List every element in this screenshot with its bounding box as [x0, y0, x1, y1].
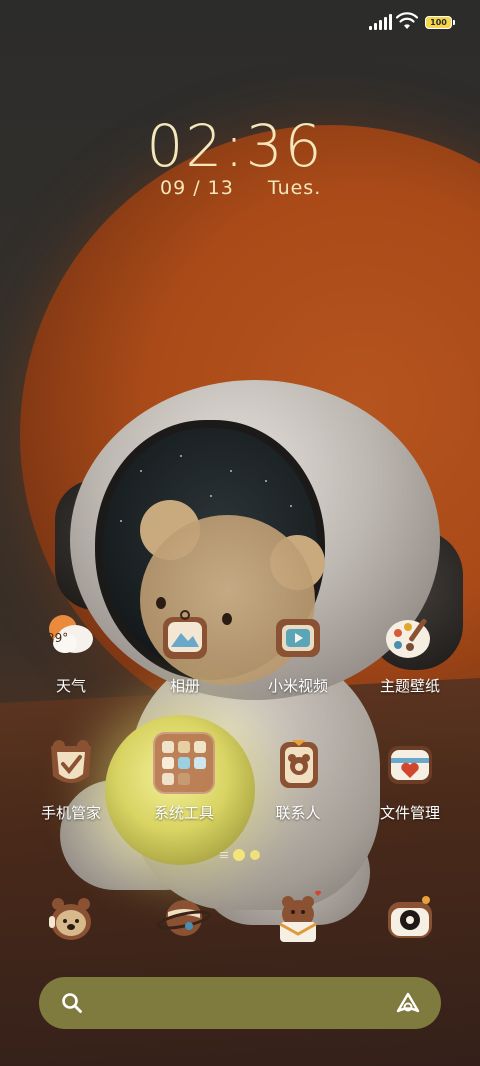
dock-phone[interactable] [16, 890, 126, 946]
camera-icon [382, 890, 438, 946]
app-security[interactable]: 手机管家 [16, 736, 126, 823]
files-icon [382, 736, 438, 792]
wallpaper-bear-eye [156, 597, 166, 609]
gallery-icon [157, 609, 213, 665]
browser-icon [156, 890, 212, 946]
clock-date-row[interactable]: 09 / 13 Tues. [160, 177, 321, 199]
security-icon [43, 736, 99, 792]
wallpaper-star [265, 480, 267, 482]
dock-browser[interactable] [129, 890, 239, 946]
messages-icon [270, 890, 326, 946]
app-file-manager[interactable]: 文件管理 [355, 736, 465, 823]
assistant-icon[interactable] [395, 992, 421, 1014]
app-label: 天气 [55, 677, 86, 695]
clock-weekday: Tues. [267, 177, 322, 199]
app-label: 相册 [169, 677, 200, 695]
app-label: 文件管理 [379, 804, 440, 822]
wifi-icon [396, 12, 418, 29]
page-dot [250, 850, 260, 860]
phone-icon [43, 890, 99, 946]
app-label: 系统工具 [153, 804, 214, 822]
page-indicator[interactable] [0, 849, 480, 861]
app-folder-system-tools[interactable]: 系统工具 [129, 732, 239, 823]
wallpaper-star [290, 505, 292, 507]
app-weather[interactable]: 29° 天气 [16, 609, 126, 696]
page-list-icon [220, 852, 228, 858]
battery-icon: 100 [425, 16, 455, 29]
clock-time[interactable]: 02:36 [0, 112, 470, 180]
status-bar: 100 [0, 0, 480, 44]
search-icon[interactable] [61, 992, 83, 1014]
app-label: 主题壁纸 [379, 677, 440, 695]
app-mi-video[interactable]: 小米视频 [243, 609, 353, 696]
wallpaper-star [210, 495, 212, 497]
app-label: 小米视频 [267, 677, 328, 695]
wallpaper-star [180, 455, 182, 457]
app-label: 联系人 [275, 804, 321, 822]
search-bar[interactable] [39, 977, 441, 1029]
clock-date: 09 / 13 [160, 177, 234, 199]
app-gallery[interactable]: 相册 [130, 609, 240, 696]
weather-temperature: 29° [47, 631, 69, 645]
contacts-icon [270, 736, 326, 792]
folder-icon [153, 732, 215, 794]
app-label: 手机管家 [40, 804, 101, 822]
video-icon [270, 609, 326, 665]
dock-camera[interactable] [355, 890, 465, 946]
wallpaper-star [230, 470, 232, 472]
wallpaper-star [120, 520, 122, 522]
app-contacts[interactable]: 联系人 [243, 736, 353, 823]
weather-icon: 29° [43, 609, 99, 665]
themes-icon [382, 609, 438, 665]
wallpaper-star [140, 470, 142, 472]
signal-icon [369, 14, 392, 30]
page-dot-active [233, 849, 245, 861]
dock-messages[interactable] [243, 890, 353, 946]
app-themes[interactable]: 主题壁纸 [355, 609, 465, 696]
